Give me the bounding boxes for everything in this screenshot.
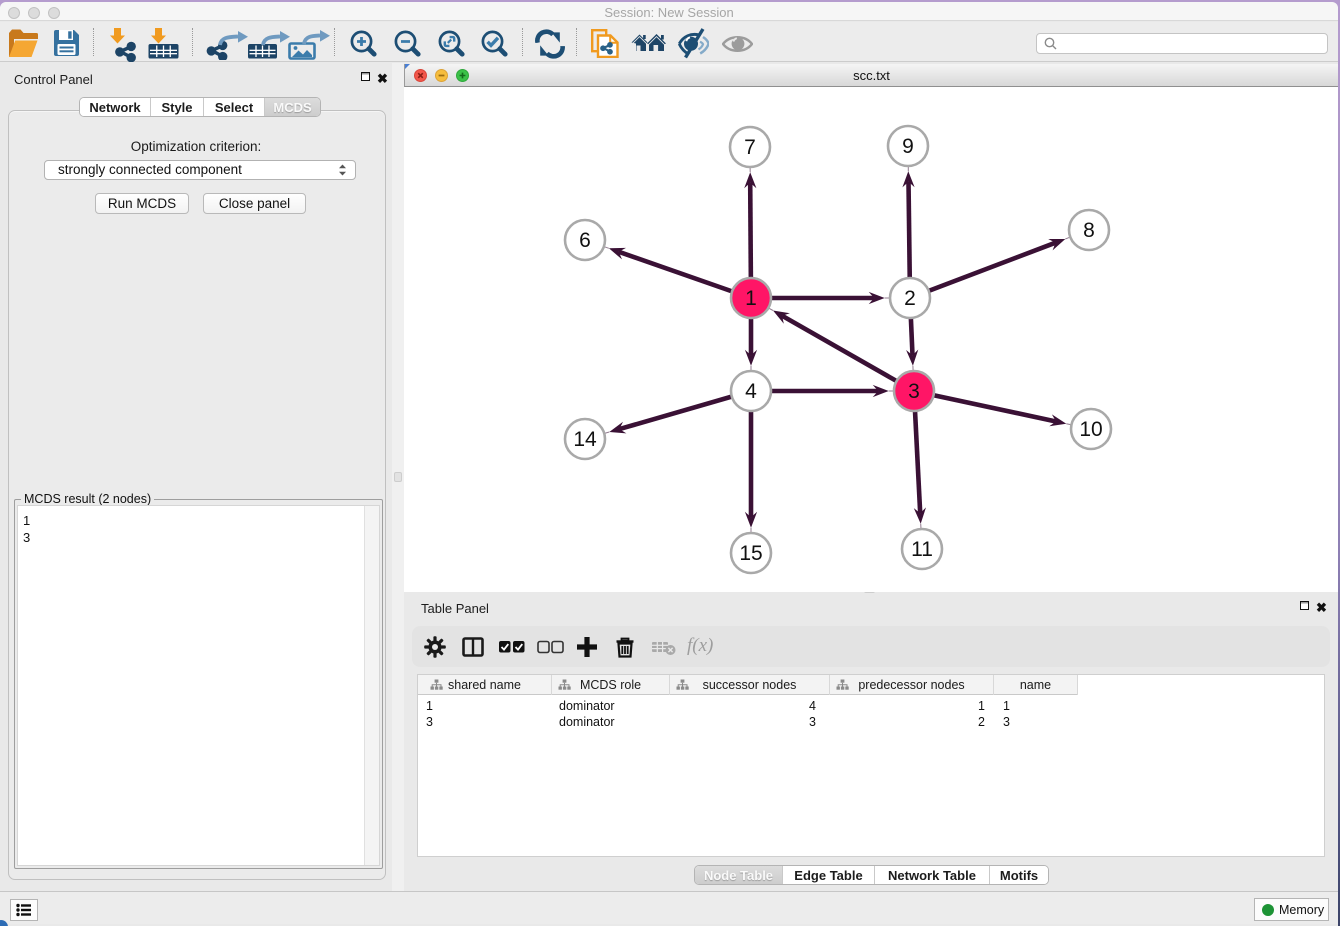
svg-text:2: 2 <box>904 287 916 310</box>
svg-text:10: 10 <box>1079 418 1102 441</box>
svg-text:14: 14 <box>573 428 597 451</box>
svg-text:11: 11 <box>911 538 933 561</box>
svg-text:3: 3 <box>908 380 920 403</box>
svg-text:9: 9 <box>902 135 914 158</box>
svg-text:6: 6 <box>579 229 591 252</box>
svg-text:1: 1 <box>745 287 757 310</box>
svg-text:4: 4 <box>745 380 757 403</box>
svg-text:8: 8 <box>1083 219 1095 242</box>
svg-text:7: 7 <box>744 136 756 159</box>
svg-text:15: 15 <box>739 542 762 565</box>
